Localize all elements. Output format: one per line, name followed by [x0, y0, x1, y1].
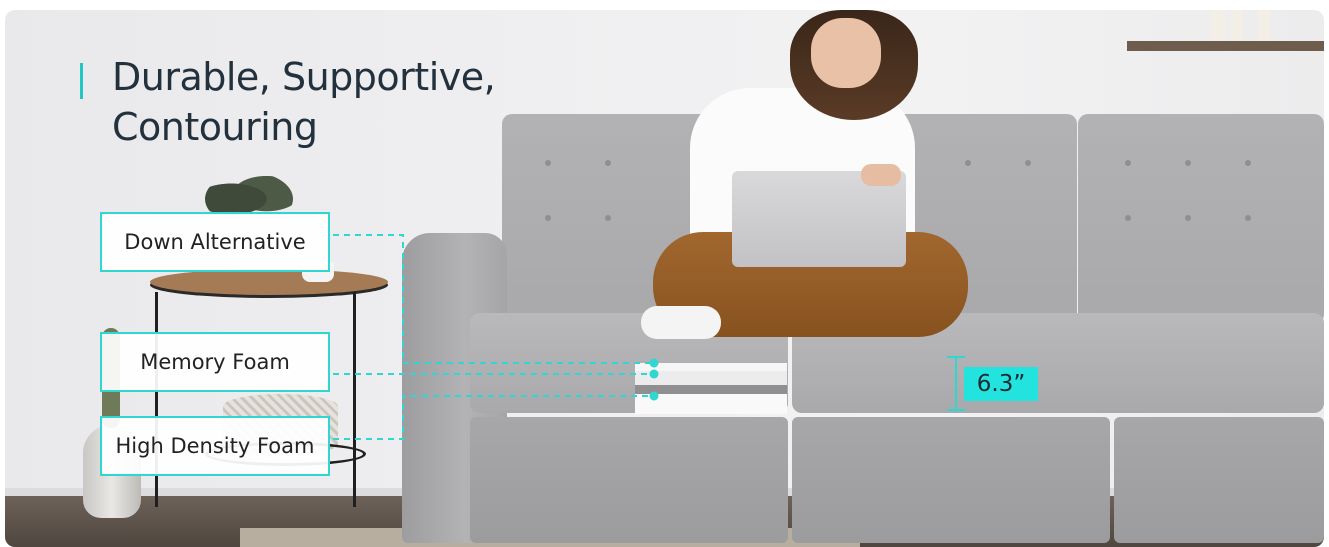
leader-line-high-density-foam — [333, 395, 652, 440]
label-high-density-foam: High Density Foam — [100, 416, 330, 476]
leader-dot — [649, 358, 659, 368]
cushion-height-text: 6.3” — [976, 371, 1026, 397]
leader-line-down-alternative — [333, 234, 652, 364]
leader-dot — [649, 369, 659, 379]
cushion-height-badge: 6.3” — [964, 367, 1038, 401]
label-memory-foam: Memory Foam — [100, 332, 330, 392]
label-high-density-foam-text: High Density Foam — [115, 434, 315, 458]
label-down-alternative-text: Down Alternative — [124, 230, 306, 254]
height-bracket — [947, 356, 965, 411]
label-memory-foam-text: Memory Foam — [140, 350, 290, 374]
leader-dot — [649, 391, 659, 401]
label-down-alternative: Down Alternative — [100, 212, 330, 272]
